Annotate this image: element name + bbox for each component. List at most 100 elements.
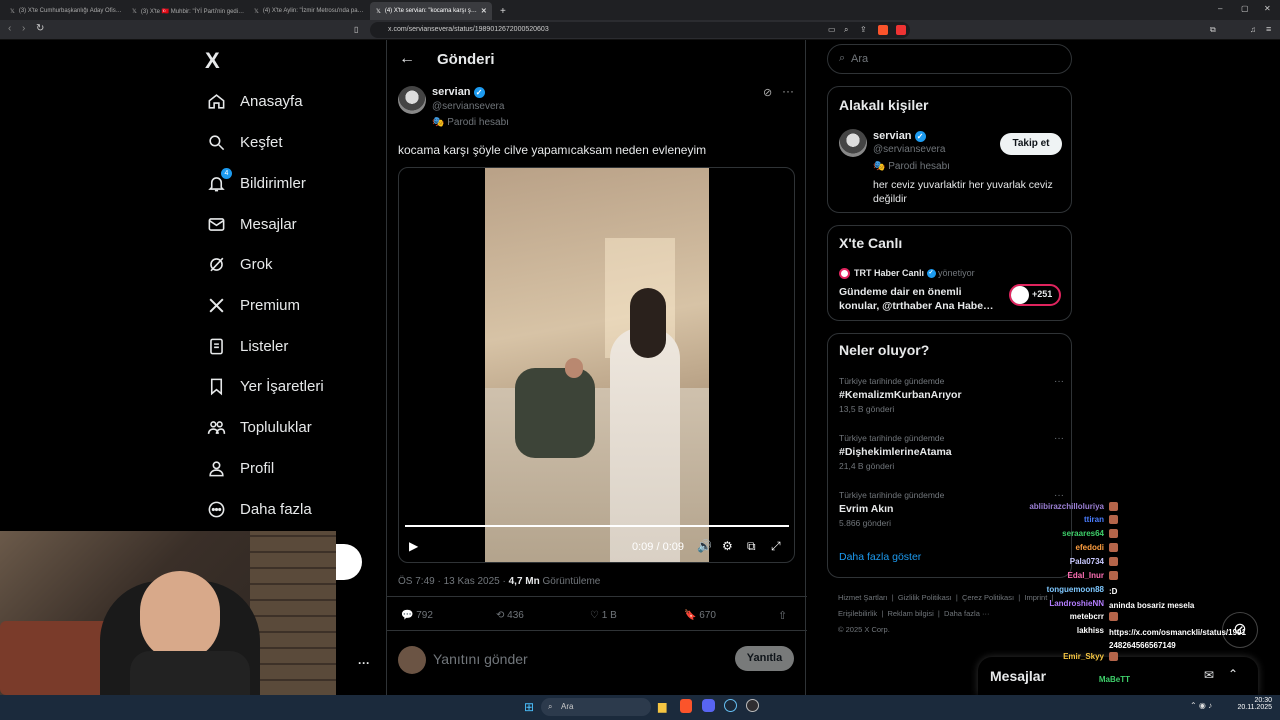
new-message-icon[interactable]: ✉ — [1204, 668, 1214, 682]
nav-item-messages[interactable]: Mesajlar — [207, 209, 297, 239]
fullscreen-icon[interactable]: ⤢ — [771, 539, 781, 554]
tray-icons[interactable]: ⌃ ◉ ♪ — [1190, 701, 1212, 710]
mask-icon: 🎭 — [432, 117, 445, 128]
footer-link[interactable]: Hizmet Şartları — [838, 593, 888, 602]
trend-item[interactable]: Türkiye tarihinde gündemde #KemalizmKurb… — [839, 376, 1064, 414]
nav-item-grok[interactable]: Grok — [207, 249, 273, 279]
media-icon[interactable]: ♫ — [1250, 25, 1256, 34]
nav-item-premium[interactable]: Premium — [207, 290, 300, 320]
reply-submit-button[interactable]: Yanıtla — [735, 646, 794, 671]
more-options-icon[interactable]: ··· — [1054, 490, 1064, 501]
obs-icon[interactable] — [746, 699, 759, 712]
share-icon[interactable]: ⇪ — [860, 25, 867, 34]
bookmark-button[interactable]: 🔖 670 — [684, 610, 716, 621]
minimize-icon[interactable]: – — [1218, 4, 1222, 13]
brave-shield-icon[interactable] — [878, 25, 888, 35]
nav-item-home[interactable]: Anasayfa — [207, 86, 303, 116]
new-tab-button[interactable]: + — [494, 2, 510, 20]
browser-tab[interactable]: 𝕏 (3) X'te 🇹🇷 Muhbir: "İYİ Parti'nin gedi… — [126, 2, 246, 20]
browser-tab[interactable]: 𝕏 (3) X'te Cumhurbaşkanlığı Aday Ofis… — [4, 2, 124, 20]
bookmark-page-icon[interactable]: ▯ — [354, 25, 358, 34]
more-options-icon[interactable]: ··· — [1054, 433, 1064, 444]
nav-item-bookmarks[interactable]: Yer İşaretleri — [207, 371, 324, 401]
nav-item-explore[interactable]: Keşfet — [207, 127, 283, 157]
expand-icon[interactable]: ⌃ — [1228, 667, 1238, 681]
nav-item-profile[interactable]: Profil — [207, 453, 274, 483]
search-box[interactable]: ⌕ Ara — [827, 44, 1072, 74]
repost-button[interactable]: ⟲ 436 — [496, 610, 524, 621]
footer-link[interactable]: Erişilebilirlik — [838, 609, 877, 618]
clock[interactable]: 20:30 20.11.2025 — [1236, 697, 1272, 711]
grok-explain-icon[interactable]: ⊘ — [763, 86, 772, 99]
zoom-icon[interactable]: ⌕ — [844, 25, 848, 35]
related-people-card: Alakalı kişiler servian ✓ @serviansevera… — [827, 86, 1072, 213]
browser-tab-active[interactable]: 𝕏 (4) X'te servian: "kocama karşı ş… ✕ — [370, 2, 492, 20]
nav-item-lists[interactable]: Listeler — [207, 331, 288, 361]
extensions-icon[interactable]: ⧉ — [1210, 25, 1216, 35]
brave-icon[interactable] — [680, 699, 692, 713]
live-host[interactable]: TRT Haber Canlı ✓ yönetiyor — [854, 268, 975, 279]
like-button[interactable]: ♡ 1 B — [590, 610, 617, 621]
brave-rewards-icon[interactable] — [896, 25, 906, 35]
share-icon[interactable]: ⇧ — [778, 609, 787, 622]
more-options-icon[interactable]: ··· — [1054, 376, 1064, 387]
maximize-icon[interactable]: ▢ — [1241, 4, 1249, 13]
back-arrow-icon[interactable]: ← — [399, 50, 415, 68]
cast-icon[interactable]: ▭ — [828, 25, 836, 34]
related-name[interactable]: servian ✓ — [873, 130, 926, 142]
more-options-icon[interactable]: ··· — [782, 84, 794, 98]
x-icon — [209, 297, 224, 313]
follow-button[interactable]: Takip et — [1000, 133, 1062, 155]
video-player[interactable]: ▶ 0:09 / 0:09 🔊 ⚙ ⧉ ⤢ — [398, 167, 795, 563]
trend-item[interactable]: Türkiye tarihinde gündemde #Dişhekimleri… — [839, 433, 1064, 471]
footer-link[interactable]: Daha fazla ··· — [944, 609, 989, 618]
account-more-icon[interactable]: ··· — [358, 656, 370, 670]
post-text: kocama karşı şöyle cilve yapamıcaksam ne… — [398, 143, 707, 157]
live-listeners[interactable]: +251 — [1009, 284, 1061, 306]
card-title: X'te Canlı — [839, 235, 903, 251]
menu-icon[interactable]: ≡ — [1266, 24, 1271, 34]
nav-item-notifications[interactable]: 4 Bildirimler — [207, 168, 306, 198]
forward-icon[interactable]: › — [22, 23, 25, 34]
search-icon — [209, 134, 225, 150]
video-progress-track[interactable] — [405, 525, 789, 527]
reply-button[interactable]: 💬 792 — [401, 610, 433, 621]
taskbar-search[interactable]: ⌕ Ara — [541, 698, 651, 716]
related-bio: her ceviz yuvarlaktir her yuvarlak ceviz… — [873, 179, 1053, 205]
settings-icon[interactable]: ⚙ — [722, 539, 733, 553]
live-text[interactable]: Gündeme dair en önemli konular, @trthabe… — [839, 285, 999, 313]
play-icon[interactable]: ▶ — [409, 539, 418, 553]
browser-toolbar: ‹ › ↻ ▯ x.com/serviansevera/status/19890… — [0, 20, 1280, 40]
mail-icon — [208, 217, 225, 231]
volume-icon[interactable]: 🔊 — [697, 539, 712, 553]
discord-icon[interactable] — [702, 699, 715, 712]
browser-tab[interactable]: 𝕏 (4) X'te Aylin: "İzmir Metrosu'nda pa… — [248, 2, 368, 20]
steam-icon[interactable] — [724, 699, 737, 712]
related-handle[interactable]: @serviansevera — [873, 144, 945, 155]
file-explorer-icon[interactable]: ▆ — [658, 700, 666, 713]
chat-emote-icon — [1109, 652, 1118, 661]
card-title: Alakalı kişiler — [839, 97, 929, 113]
footer-link[interactable]: Reklam bilgisi — [887, 609, 933, 618]
back-icon[interactable]: ‹ — [8, 23, 11, 34]
close-window-icon[interactable]: ✕ — [1264, 4, 1271, 13]
chat-message: Edal_Inur — [1000, 571, 1104, 580]
footer-link[interactable]: Gizlilik Politikası — [898, 593, 952, 602]
nav-item-more[interactable]: Daha fazla — [207, 494, 312, 524]
close-tab-icon[interactable]: ✕ — [481, 7, 487, 15]
pip-icon[interactable]: ⧉ — [747, 539, 756, 554]
avatar[interactable] — [398, 86, 426, 114]
search-input[interactable]: Ara — [851, 53, 868, 65]
author-handle[interactable]: @serviansevera — [432, 101, 504, 112]
chat-message: Pala0734 — [1000, 557, 1104, 566]
reload-icon[interactable]: ↻ — [36, 23, 44, 34]
windows-start-icon[interactable]: ⊞ — [524, 700, 534, 714]
x-logo-icon[interactable]: X — [205, 48, 220, 74]
nav-item-communities[interactable]: Topluluklar — [207, 412, 312, 442]
search-icon: ⌕ — [548, 702, 553, 711]
author-name[interactable]: servian ✓ — [432, 86, 485, 98]
reply-input[interactable]: Yanıtını gönder — [433, 651, 528, 667]
avatar[interactable] — [839, 129, 867, 157]
show-more-link[interactable]: Daha fazla göster — [839, 551, 921, 563]
verified-badge-icon: ✓ — [914, 130, 926, 142]
